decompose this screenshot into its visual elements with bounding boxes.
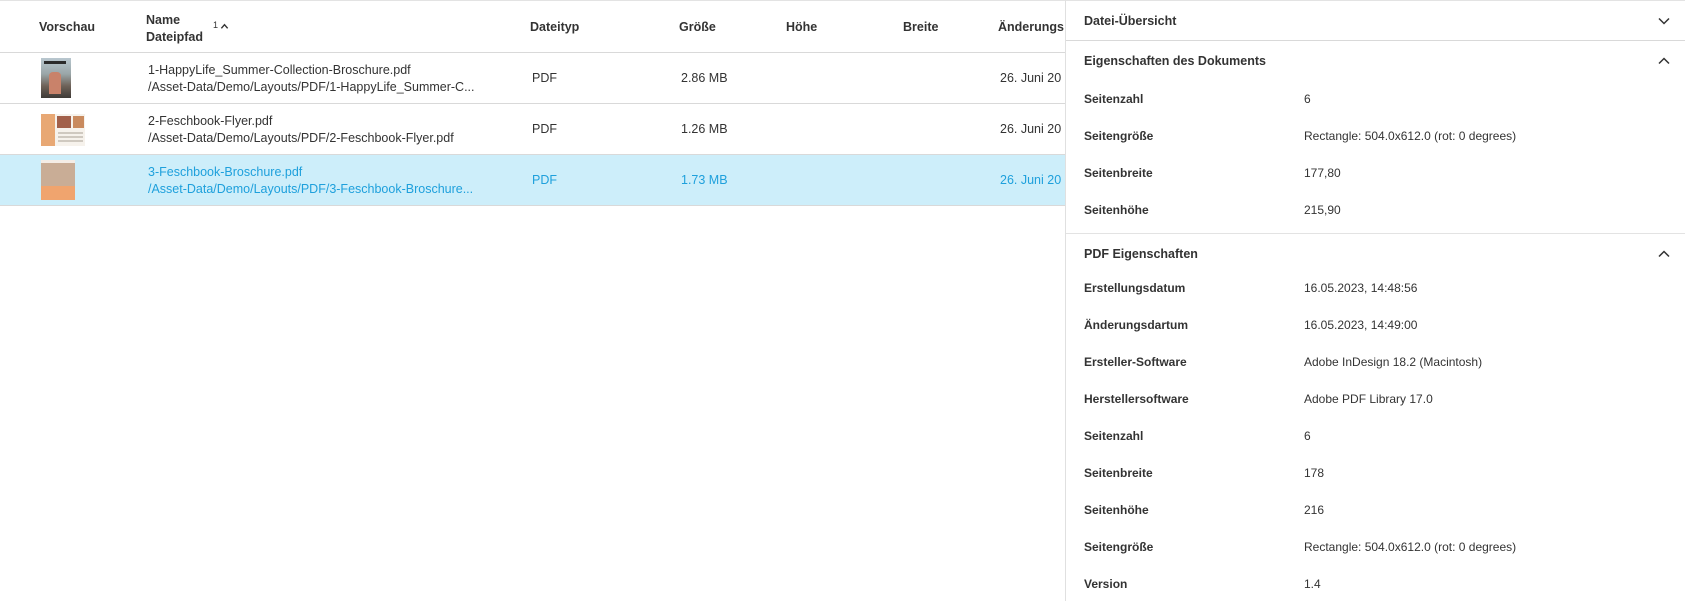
property-row: Änderungsdartum 16.05.2023, 14:49:00: [1066, 307, 1685, 344]
file-size: 1.73 MB: [681, 173, 728, 187]
file-name: 3-Feschbook-Broschure.pdf: [148, 165, 303, 179]
chevron-down-icon[interactable]: [1657, 14, 1671, 28]
property-label: Seitengröße: [1084, 540, 1154, 554]
file-table: Vorschau Name Dateipfad 1 Dateityp Größe…: [0, 0, 1065, 601]
preview-thumbnail: [41, 160, 75, 200]
file-name-cell: 3-Feschbook-Broschure.pdf /Asset-Data/De…: [148, 164, 488, 198]
property-row: Version 1.4: [1066, 566, 1685, 601]
property-label: Seitenbreite: [1084, 466, 1153, 480]
section-document-properties-header[interactable]: Eigenschaften des Dokuments: [1066, 41, 1685, 81]
property-value: 1.4: [1304, 577, 1321, 591]
table-row[interactable]: 1-HappyLife_Summer-Collection-Broschure.…: [0, 53, 1065, 104]
file-name-cell: 2-Feschbook-Flyer.pdf /Asset-Data/Demo/L…: [148, 113, 488, 147]
file-changed-date: 26. Juni 20: [1000, 173, 1062, 187]
property-value: 6: [1304, 429, 1311, 443]
column-header-width[interactable]: Breite: [903, 20, 938, 34]
section-pdf-properties-header[interactable]: PDF Eigenschaften: [1066, 234, 1685, 274]
section-title: Datei-Übersicht: [1084, 13, 1177, 28]
file-name-cell: 1-HappyLife_Summer-Collection-Broschure.…: [148, 62, 488, 96]
file-path: /Asset-Data/Demo/Layouts/PDF/2-Feschbook…: [148, 131, 454, 145]
property-row: Seitenhöhe 215,90: [1066, 192, 1685, 229]
section-pdf-properties-body: Erstellungsdatum 16.05.2023, 14:48:56 Änd…: [1066, 270, 1685, 601]
file-type: PDF: [532, 71, 557, 85]
sort-indicator[interactable]: 1: [213, 20, 229, 31]
sort-order-number: 1: [213, 20, 219, 30]
property-value: 16.05.2023, 14:48:56: [1304, 281, 1418, 295]
file-size: 1.26 MB: [681, 122, 728, 136]
property-label: Seitengröße: [1084, 129, 1154, 143]
file-name: 1-HappyLife_Summer-Collection-Broschure.…: [148, 63, 411, 77]
chevron-up-icon[interactable]: [1657, 247, 1671, 261]
column-header-path-label: Dateipfad: [146, 30, 203, 44]
file-size: 2.86 MB: [681, 71, 728, 85]
property-label: Seitenbreite: [1084, 166, 1153, 180]
property-label: Änderungsdartum: [1084, 318, 1189, 332]
property-label: Seitenhöhe: [1084, 203, 1149, 217]
column-header-changed[interactable]: Änderungs: [998, 20, 1064, 34]
property-label: Seitenzahl: [1084, 429, 1144, 443]
property-row: Seitengröße Rectangle: 504.0x612.0 (rot: …: [1066, 529, 1685, 566]
property-value: 177,80: [1304, 166, 1341, 180]
file-name: 2-Feschbook-Flyer.pdf: [148, 114, 273, 128]
file-changed-date: 26. Juni 20: [1000, 122, 1062, 136]
table-header: Vorschau Name Dateipfad 1 Dateityp Größe…: [0, 1, 1065, 53]
section-title: PDF Eigenschaften: [1084, 247, 1198, 261]
property-label: Seitenzahl: [1084, 92, 1144, 106]
property-row: Seitenzahl 6: [1066, 418, 1685, 455]
table-row[interactable]: 2-Feschbook-Flyer.pdf /Asset-Data/Demo/L…: [0, 104, 1065, 155]
property-row: Seitenbreite 178: [1066, 455, 1685, 492]
section-file-overview-header[interactable]: Datei-Übersicht: [1066, 1, 1685, 41]
property-label: Version: [1084, 577, 1128, 591]
file-changed-date: 26. Juni 20: [1000, 71, 1062, 85]
property-value: Rectangle: 504.0x612.0 (rot: 0 degrees): [1304, 129, 1517, 143]
property-value: Adobe PDF Library 17.0: [1304, 392, 1433, 406]
column-header-type[interactable]: Dateityp: [530, 20, 579, 34]
property-row: Ersteller-Software Adobe InDesign 18.2 (M…: [1066, 344, 1685, 381]
property-row: Seitenbreite 177,80: [1066, 155, 1685, 192]
section-title: Eigenschaften des Dokuments: [1084, 54, 1266, 68]
property-value: Rectangle: 504.0x612.0 (rot: 0 degrees): [1304, 540, 1517, 554]
property-label: Seitenhöhe: [1084, 503, 1149, 517]
property-value: 178: [1304, 466, 1325, 480]
chevron-up-icon[interactable]: [1657, 54, 1671, 68]
property-label: Erstellungsdatum: [1084, 281, 1186, 295]
property-row: Seitengröße Rectangle: 504.0x612.0 (rot: …: [1066, 118, 1685, 155]
property-value: 216: [1304, 503, 1325, 517]
property-value: Adobe InDesign 18.2 (Macintosh): [1304, 355, 1483, 369]
property-row: Seitenhöhe 216: [1066, 492, 1685, 529]
preview-thumbnail: [41, 114, 85, 146]
property-value: 6: [1304, 92, 1311, 106]
column-header-name[interactable]: Name Dateipfad: [146, 12, 203, 46]
property-value: 215,90: [1304, 203, 1341, 217]
file-path: /Asset-Data/Demo/Layouts/PDF/1-HappyLife…: [148, 80, 475, 94]
preview-thumbnail: [41, 58, 71, 98]
column-header-height[interactable]: Höhe: [786, 20, 817, 34]
column-header-size[interactable]: Größe: [679, 20, 716, 34]
file-path: /Asset-Data/Demo/Layouts/PDF/3-Feschbook…: [148, 182, 474, 196]
table-row-selected[interactable]: 3-Feschbook-Broschure.pdf /Asset-Data/De…: [0, 155, 1065, 206]
column-header-preview[interactable]: Vorschau: [39, 20, 95, 34]
properties-panel: Datei-Übersicht Eigenschaften des Dokume…: [1065, 0, 1685, 601]
property-row: Seitenzahl 6: [1066, 81, 1685, 118]
property-label: Ersteller-Software: [1084, 355, 1187, 369]
property-row: Herstellersoftware Adobe PDF Library 17.0: [1066, 381, 1685, 418]
property-row: Erstellungsdatum 16.05.2023, 14:48:56: [1066, 270, 1685, 307]
file-type: PDF: [532, 173, 557, 187]
property-value: 16.05.2023, 14:49:00: [1304, 318, 1418, 332]
section-document-properties-body: Seitenzahl 6 Seitengröße Rectangle: 504.0x…: [1066, 81, 1685, 234]
column-header-name-label: Name: [146, 13, 181, 27]
file-type: PDF: [532, 122, 557, 136]
sort-ascending-icon: [220, 23, 229, 29]
property-label: Herstellersoftware: [1084, 392, 1189, 406]
